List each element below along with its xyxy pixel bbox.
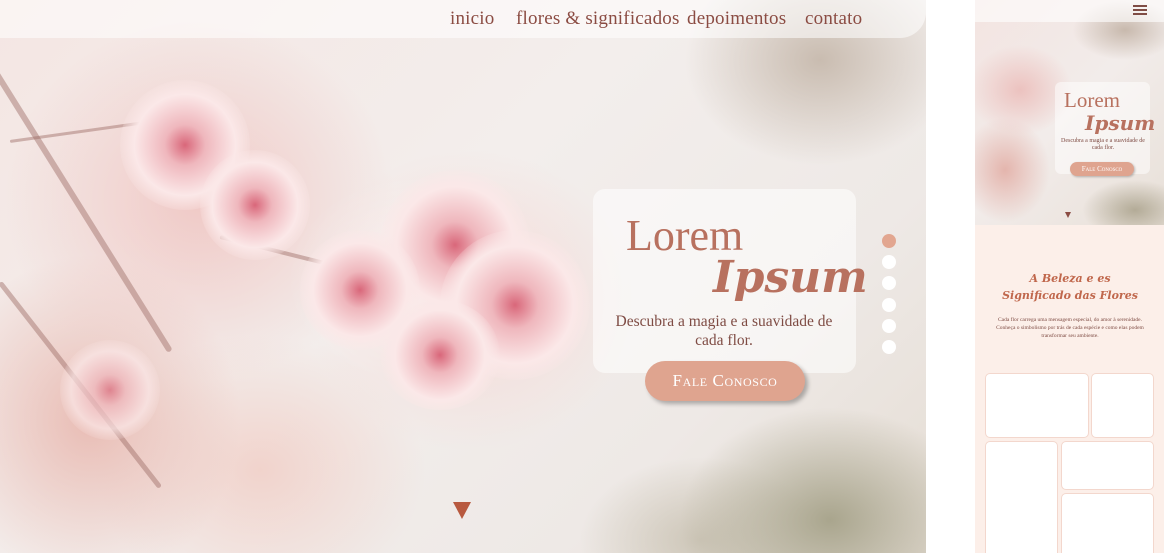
mobile-section-text: Cada flor carrega uma mensagem especial,… xyxy=(996,317,1144,339)
blossom-decoration xyxy=(200,150,310,260)
hero-subtitle: Descubra a magia e a suavidade de cada f… xyxy=(615,313,833,349)
blossom-decoration xyxy=(380,300,500,410)
mobile-section-title: A Beleza e es Significado das Flores xyxy=(1002,272,1138,302)
nav-link-inicio[interactable]: inicio xyxy=(450,8,494,30)
hamburger-menu-icon[interactable] xyxy=(1133,5,1147,18)
gallery-tile[interactable] xyxy=(1061,441,1154,490)
contact-us-button[interactable]: Fale Conosco xyxy=(645,361,805,401)
carousel-dot[interactable] xyxy=(882,318,896,333)
carousel-dot[interactable] xyxy=(882,339,896,354)
gallery-tile[interactable] xyxy=(1061,493,1154,553)
carousel-dot[interactable] xyxy=(882,276,896,291)
hero-title-line2: Ipsum xyxy=(713,252,868,303)
gallery-tile[interactable] xyxy=(985,441,1058,553)
carousel-pagination xyxy=(882,234,896,361)
mobile-hero-title-line2: Ipsum xyxy=(1085,111,1156,135)
mobile-hero-subtitle: Descubra a magia e a suavidade de cada f… xyxy=(1061,138,1145,151)
mobile-scroll-down-arrow-icon[interactable] xyxy=(1065,212,1071,218)
mobile-contact-us-button[interactable]: Fale Conosco xyxy=(1070,162,1134,176)
scroll-down-arrow-icon[interactable] xyxy=(453,502,471,519)
carousel-dot[interactable] xyxy=(882,297,896,312)
blossom-decoration xyxy=(60,340,160,440)
carousel-dot[interactable] xyxy=(882,255,896,270)
nav-link-flores-significados[interactable]: flores & significados xyxy=(516,8,680,30)
mobile-mockup: Lorem Ipsum Descubra a magia e a suavida… xyxy=(975,0,1164,553)
desktop-mockup: inicio flores & significados depoimentos… xyxy=(0,0,926,553)
mobile-hero-title-line1: Lorem xyxy=(1064,88,1120,112)
carousel-dot-active[interactable] xyxy=(882,234,896,248)
gallery-tile[interactable] xyxy=(985,373,1089,438)
nav-link-depoimentos[interactable]: depoimentos xyxy=(687,8,786,30)
gallery-tile[interactable] xyxy=(1091,373,1154,438)
nav-link-contato[interactable]: contato xyxy=(805,8,862,30)
